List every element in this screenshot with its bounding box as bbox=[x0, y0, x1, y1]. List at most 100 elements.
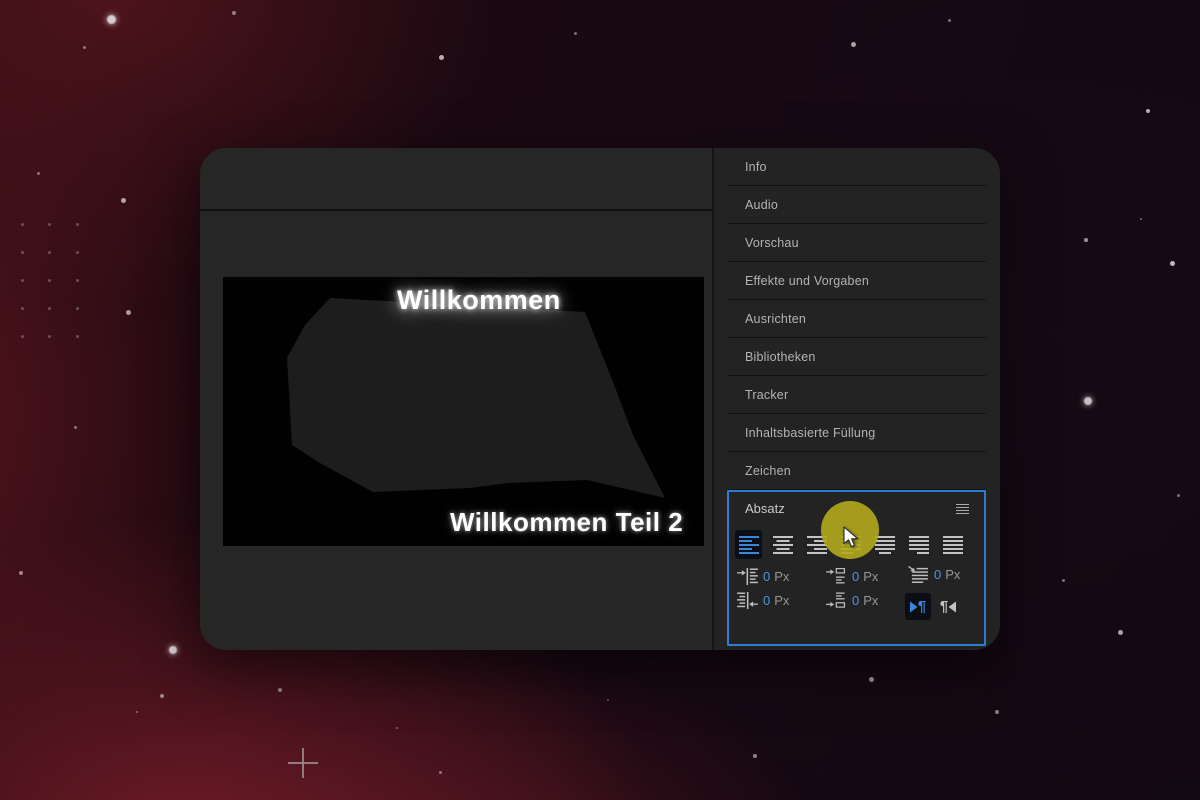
justify-all-icon bbox=[942, 535, 963, 554]
panel-tab-label: Tracker bbox=[745, 387, 789, 402]
first-line-indent-field[interactable]: 0 Px bbox=[908, 566, 960, 583]
align-center-button[interactable] bbox=[769, 530, 796, 559]
star bbox=[606, 698, 610, 702]
background-dot bbox=[76, 335, 79, 338]
justify-last-right-button[interactable] bbox=[905, 530, 932, 559]
star bbox=[160, 694, 164, 698]
first-line-indent-value[interactable]: 0 bbox=[934, 567, 941, 582]
star bbox=[120, 197, 126, 203]
space-before-icon bbox=[826, 568, 846, 584]
panel-tab-label: Vorschau bbox=[745, 235, 799, 250]
star bbox=[1061, 578, 1065, 582]
text-direction-group: ¶ ¶ bbox=[905, 593, 965, 620]
panel-tab-effekte-und-vorgaben[interactable]: Effekte und Vorgaben bbox=[727, 262, 986, 300]
star bbox=[753, 754, 757, 758]
after-effects-window: Willkommen Willkommen Teil 2 Info Audio … bbox=[200, 148, 1000, 650]
background-dot bbox=[76, 251, 79, 254]
background-dot bbox=[21, 223, 24, 226]
pilcrow-icon: ¶ bbox=[939, 598, 949, 615]
indent-left-unit: Px bbox=[774, 569, 790, 584]
space-before-value[interactable]: 0 bbox=[852, 569, 859, 584]
star bbox=[82, 45, 86, 49]
composition-tab-strip[interactable] bbox=[200, 148, 712, 211]
star bbox=[278, 688, 282, 692]
star bbox=[1176, 493, 1180, 497]
panel-tab-tracker[interactable]: Tracker bbox=[727, 376, 986, 414]
composition-panel: Willkommen Willkommen Teil 2 bbox=[200, 148, 712, 650]
justify-last-right-icon bbox=[908, 535, 929, 554]
panel-tab-label: Zeichen bbox=[745, 463, 791, 478]
star bbox=[19, 571, 23, 575]
space-after-value[interactable]: 0 bbox=[852, 593, 859, 608]
align-center-icon bbox=[772, 535, 793, 554]
text-direction-rtl-button[interactable]: ¶ bbox=[935, 593, 961, 620]
panel-tab-label: Inhaltsbasierte Füllung bbox=[745, 425, 876, 440]
indent-right-icon bbox=[737, 592, 758, 609]
triangle-right-icon bbox=[909, 601, 918, 612]
panel-column: Info Audio Vorschau Effekte und Vorgaben… bbox=[714, 148, 1000, 650]
panel-tab-vorschau[interactable]: Vorschau bbox=[727, 224, 986, 262]
space-after-icon bbox=[826, 592, 846, 608]
mask-shape bbox=[287, 298, 665, 498]
justify-all-button[interactable] bbox=[939, 530, 966, 559]
indent-right-field[interactable]: 0 Px bbox=[737, 592, 789, 609]
paragraph-panel-title: Absatz bbox=[745, 501, 785, 516]
background-dot bbox=[21, 279, 24, 282]
composition-subtitle-text: Willkommen Teil 2 bbox=[450, 507, 684, 537]
panel-tab-label: Bibliotheken bbox=[745, 349, 816, 364]
panel-menu-icon[interactable] bbox=[956, 503, 969, 514]
background-dot bbox=[48, 279, 51, 282]
star bbox=[73, 425, 77, 429]
indent-left-field[interactable]: 0 Px bbox=[737, 568, 789, 585]
star bbox=[438, 770, 442, 774]
star bbox=[1084, 238, 1088, 242]
background-dot bbox=[21, 335, 24, 338]
first-line-indent-unit: Px bbox=[945, 567, 961, 582]
panel-tab-label: Info bbox=[745, 159, 767, 174]
panel-tab-label: Ausrichten bbox=[745, 311, 807, 326]
align-left-button[interactable] bbox=[735, 530, 762, 559]
star bbox=[1084, 397, 1092, 405]
star bbox=[135, 710, 139, 714]
star bbox=[868, 676, 874, 682]
star bbox=[232, 11, 236, 15]
mouse-cursor-icon bbox=[843, 526, 858, 548]
crosshair-icon bbox=[302, 748, 304, 778]
space-before-field[interactable]: 0 Px bbox=[826, 568, 878, 585]
space-after-field[interactable]: 0 Px bbox=[826, 592, 878, 609]
composition-viewer[interactable]: Willkommen Willkommen Teil 2 bbox=[223, 277, 704, 546]
star bbox=[995, 710, 999, 714]
panel-tab-ausrichten[interactable]: Ausrichten bbox=[727, 300, 986, 338]
star bbox=[573, 31, 577, 35]
star bbox=[106, 14, 116, 24]
star bbox=[395, 726, 399, 730]
star bbox=[1145, 108, 1151, 114]
text-direction-ltr-button[interactable]: ¶ bbox=[905, 593, 931, 620]
triangle-left-icon bbox=[948, 601, 957, 612]
star bbox=[1139, 217, 1143, 221]
background-dot bbox=[76, 307, 79, 310]
pilcrow-icon: ¶ bbox=[917, 598, 927, 615]
panel-tab-inhaltsbasierte-fuellung[interactable]: Inhaltsbasierte Füllung bbox=[727, 414, 986, 452]
panel-tab-audio[interactable]: Audio bbox=[727, 186, 986, 224]
panel-tab-zeichen[interactable]: Zeichen bbox=[727, 452, 986, 490]
indent-left-value[interactable]: 0 bbox=[763, 569, 770, 584]
composition-title-text: Willkommen bbox=[397, 285, 561, 315]
star bbox=[125, 309, 131, 315]
star bbox=[947, 18, 951, 22]
background-dot bbox=[76, 279, 79, 282]
panel-tab-info[interactable]: Info bbox=[727, 148, 986, 186]
background-dot bbox=[21, 307, 24, 310]
star bbox=[36, 171, 40, 175]
indent-right-value[interactable]: 0 bbox=[763, 593, 770, 608]
star bbox=[1169, 260, 1175, 266]
background-dot bbox=[76, 223, 79, 226]
background-dot bbox=[48, 223, 51, 226]
star bbox=[438, 54, 444, 60]
panel-tab-bibliotheken[interactable]: Bibliotheken bbox=[727, 338, 986, 376]
background-dot bbox=[48, 335, 51, 338]
space-before-unit: Px bbox=[863, 569, 879, 584]
align-left-icon bbox=[738, 535, 759, 554]
indent-right-unit: Px bbox=[774, 593, 790, 608]
background-dot bbox=[48, 251, 51, 254]
